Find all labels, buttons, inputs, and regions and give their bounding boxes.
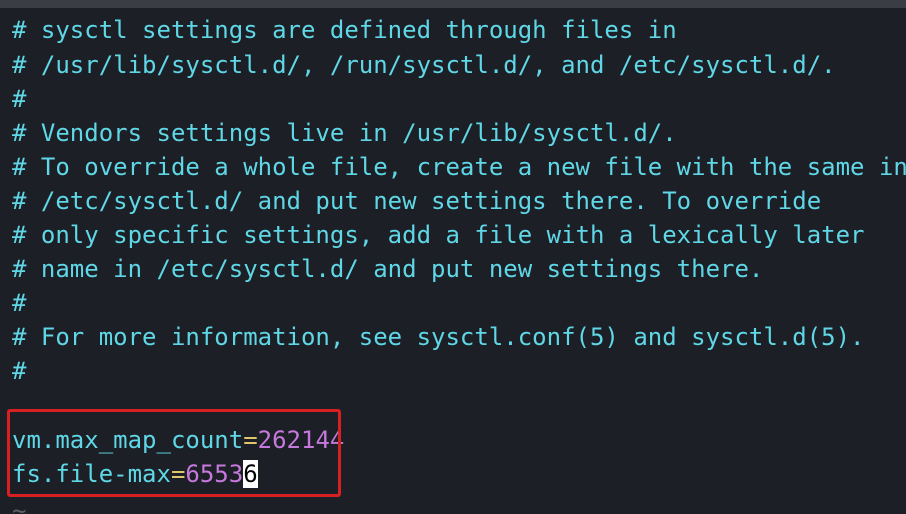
comment-line: # (12, 289, 27, 317)
comment-line: # name in /etc/sysctl.d/ and put new set… (12, 255, 764, 283)
comment-line: # /usr/lib/sysctl.d/, /run/sysctl.d/, an… (12, 51, 836, 79)
comment-line: # sysctl settings are defined through fi… (12, 16, 677, 44)
comment-line: # For more information, see sysctl.conf(… (12, 323, 865, 351)
comment-line: # (12, 357, 27, 385)
comment-line: # Vendors settings live in /usr/lib/sysc… (12, 119, 677, 147)
terminal-window[interactable]: # sysctl settings are defined through fi… (0, 0, 906, 514)
comment-line: # To override a whole file, create a new… (12, 153, 906, 181)
window-top-border (0, 0, 906, 8)
comment-line: # only specific settings, add a file wit… (12, 221, 865, 249)
comment-line: # (12, 85, 27, 113)
highlight-annotation-box (7, 409, 341, 497)
comment-line: # /etc/sysctl.d/ and put new settings th… (12, 187, 822, 215)
empty-line-tilde: ~ (12, 497, 27, 514)
